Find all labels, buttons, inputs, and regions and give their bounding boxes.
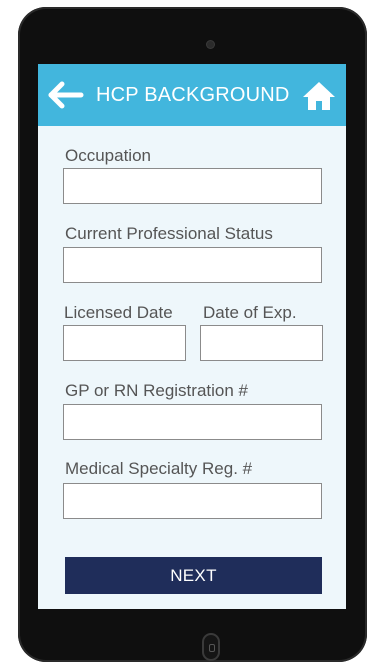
specialty-reg-field[interactable] <box>63 483 322 519</box>
hardware-home-button[interactable] <box>202 633 220 661</box>
arrow-left-icon <box>48 81 84 109</box>
back-button[interactable] <box>46 78 86 112</box>
page-title: HCP BACKGROUND <box>96 84 290 106</box>
front-camera <box>207 41 214 48</box>
specialty-reg-label: Medical Specialty Reg. # <box>65 459 253 478</box>
professional-status-field[interactable] <box>63 247 322 283</box>
occupation-field[interactable] <box>63 168 322 204</box>
home-icon <box>303 82 335 110</box>
expiry-date-label: Date of Exp. <box>203 303 297 322</box>
home-button[interactable] <box>300 78 338 114</box>
next-button[interactable]: NEXT <box>65 557 322 594</box>
professional-status-label: Current Professional Status <box>65 224 273 243</box>
occupation-label: Occupation <box>65 146 151 165</box>
app-screen: HCP BACKGROUND Occupation Current Profes… <box>38 64 346 609</box>
licensed-date-label: Licensed Date <box>64 303 173 322</box>
registration-label: GP or RN Registration # <box>65 381 248 400</box>
app-bar: HCP BACKGROUND <box>38 64 346 126</box>
licensed-date-field[interactable] <box>63 325 186 361</box>
expiry-date-field[interactable] <box>200 325 323 361</box>
registration-field[interactable] <box>63 404 322 440</box>
